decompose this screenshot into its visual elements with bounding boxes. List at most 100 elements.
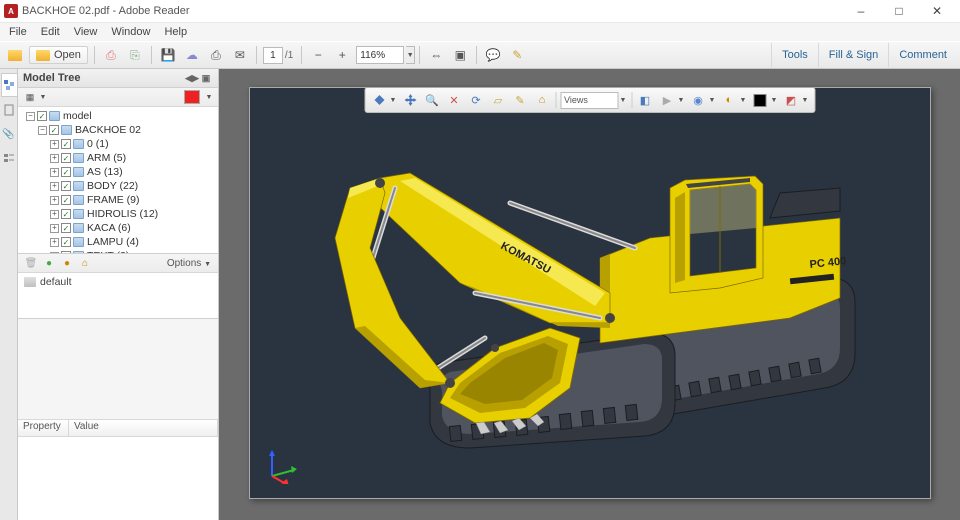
checkbox[interactable]: ✓ (61, 167, 71, 177)
expand-icon[interactable]: + (50, 210, 59, 219)
model-tree[interactable]: −✓model−✓BACKHOE 02+✓0 (1)+✓ARM (5)+✓AS … (18, 107, 218, 253)
views-dropdown[interactable]: ▼ (618, 90, 628, 110)
checkbox[interactable]: ✓ (61, 209, 71, 219)
tree-node[interactable]: +✓AS (13) (22, 165, 218, 179)
collapse-icon[interactable]: − (26, 112, 35, 121)
close-button[interactable]: ✕ (918, 0, 956, 22)
rotate-tool[interactable] (369, 90, 389, 110)
export-pdf-button[interactable]: ⎘ (124, 44, 146, 66)
view-item-default[interactable]: default (24, 276, 212, 288)
comment-link[interactable]: Comment (888, 43, 957, 67)
maximize-button[interactable]: □ (880, 0, 918, 22)
print-button[interactable]: ⎙ (205, 44, 227, 66)
tree-node[interactable]: +✓LAMPU (4) (22, 235, 218, 249)
checkbox[interactable]: ✓ (61, 139, 71, 149)
zoom-value[interactable]: 116% (356, 46, 404, 64)
expand-icon[interactable]: + (50, 154, 59, 163)
bg-color-button[interactable] (750, 90, 770, 110)
checkbox[interactable]: ✓ (61, 153, 71, 163)
view-dup-button[interactable]: ● (60, 256, 74, 270)
convert-pdf-button[interactable]: ⎙ (100, 44, 122, 66)
expand-icon[interactable]: + (50, 238, 59, 247)
home-button[interactable]: ⌂ (532, 90, 552, 110)
cloud-button[interactable]: ☁ (181, 44, 203, 66)
options-button[interactable]: Options ▼ (164, 258, 214, 269)
tree-node[interactable]: +✓0 (1) (22, 137, 218, 151)
checkbox[interactable]: ✓ (37, 111, 47, 121)
open-button[interactable]: Open (29, 46, 88, 64)
view-delete-button[interactable]: 🗑 (24, 256, 38, 270)
checkbox[interactable]: ✓ (61, 237, 71, 247)
email-button[interactable]: ✉ (229, 44, 251, 66)
zoom-in-button[interactable]: + (331, 44, 353, 66)
expand-icon[interactable]: + (50, 168, 59, 177)
default-view-button[interactable]: ⟳ (466, 90, 486, 110)
swatch-dropdown[interactable]: ▼ (205, 90, 213, 104)
expand-icon[interactable]: + (50, 182, 59, 191)
tree-node[interactable]: −✓model (22, 109, 218, 123)
toggle-tree-button[interactable]: ◧ (635, 90, 655, 110)
views-list[interactable]: default (18, 273, 218, 318)
col-value[interactable]: Value (69, 420, 218, 436)
checkbox[interactable]: ✓ (61, 195, 71, 205)
page-input[interactable] (263, 47, 283, 64)
views-combo[interactable]: Views (560, 92, 618, 109)
checkbox[interactable]: ✓ (61, 181, 71, 191)
minimize-button[interactable]: – (842, 0, 880, 22)
expand-icon[interactable]: + (50, 224, 59, 233)
excavator-model[interactable]: PC 400 KOMATSU (300, 128, 880, 458)
document-viewport[interactable]: ▼ 🔍 ✕ ⟳ ▱ ✎ ⌂ Views ▼ ◧ ▶ ▼ ◉ ▼ ◐ ▼ (219, 69, 960, 520)
fit-page-button[interactable]: ▣ (449, 44, 471, 66)
play-anim-button[interactable]: ▶ (657, 90, 677, 110)
checkbox[interactable]: ✓ (61, 223, 71, 233)
tree-node[interactable]: −✓BACKHOE 02 (22, 123, 218, 137)
save-button[interactable]: 💾 (157, 44, 179, 66)
bookmarks-tab[interactable] (1, 147, 16, 169)
menu-file[interactable]: File (2, 24, 34, 40)
highlight-swatch[interactable] (184, 90, 200, 104)
attachments-tab[interactable]: 📎 (1, 123, 16, 145)
zoom-tool[interactable]: 🔍 (422, 90, 442, 110)
collapse-icon[interactable]: − (38, 126, 47, 135)
tree-expand-dropdown[interactable]: ▼ (39, 90, 47, 104)
bg-dropdown[interactable]: ▼ (769, 90, 779, 110)
tree-node[interactable]: +✓BODY (22) (22, 179, 218, 193)
view-add-button[interactable]: ● (42, 256, 56, 270)
fill-sign-link[interactable]: Fill & Sign (818, 43, 889, 67)
panel-close-button[interactable]: ▣ (199, 71, 213, 85)
tree-node[interactable]: +✓HIDROLIS (12) (22, 207, 218, 221)
panel-collapse-button[interactable]: ◀▶ (185, 71, 199, 85)
expand-icon[interactable]: + (50, 196, 59, 205)
comment-3d-button[interactable]: ✎ (510, 90, 530, 110)
rotate-dropdown[interactable]: ▼ (388, 90, 398, 110)
lighting-dropdown[interactable]: ▼ (738, 90, 748, 110)
thumbnails-tab[interactable] (1, 99, 16, 121)
tree-node[interactable]: +✓ARM (5) (22, 151, 218, 165)
menu-view[interactable]: View (67, 24, 105, 40)
comment-button[interactable]: 💬 (482, 44, 504, 66)
pan-tool[interactable] (400, 90, 420, 110)
play-button[interactable]: ▱ (488, 90, 508, 110)
menu-edit[interactable]: Edit (34, 24, 67, 40)
tools-link[interactable]: Tools (771, 43, 818, 67)
play-dropdown[interactable]: ▼ (676, 90, 686, 110)
menu-window[interactable]: Window (104, 24, 157, 40)
measure-tool[interactable]: ✕ (444, 90, 464, 110)
menu-help[interactable]: Help (157, 24, 194, 40)
lighting-button[interactable]: ◐ (719, 90, 739, 110)
zoom-dropdown[interactable]: ▼ (406, 46, 415, 64)
highlight-button[interactable]: ✎ (506, 44, 528, 66)
col-property[interactable]: Property (18, 420, 69, 436)
cross-dropdown[interactable]: ▼ (800, 90, 810, 110)
pdf-3d-page[interactable]: ▼ 🔍 ✕ ⟳ ▱ ✎ ⌂ Views ▼ ◧ ▶ ▼ ◉ ▼ ◐ ▼ (249, 87, 931, 499)
fit-width-button[interactable]: ⇔ (425, 44, 447, 66)
tree-node[interactable]: +✓FRAME (9) (22, 193, 218, 207)
render-mode-button[interactable]: ◉ (688, 90, 708, 110)
zoom-out-button[interactable]: − (307, 44, 329, 66)
render-dropdown[interactable]: ▼ (707, 90, 717, 110)
tree-node[interactable]: +✓KACA (6) (22, 221, 218, 235)
expand-icon[interactable]: + (50, 140, 59, 149)
view-home-button[interactable]: ⌂ (78, 256, 92, 270)
model-tree-tab[interactable] (1, 73, 17, 97)
checkbox[interactable]: ✓ (49, 125, 59, 135)
